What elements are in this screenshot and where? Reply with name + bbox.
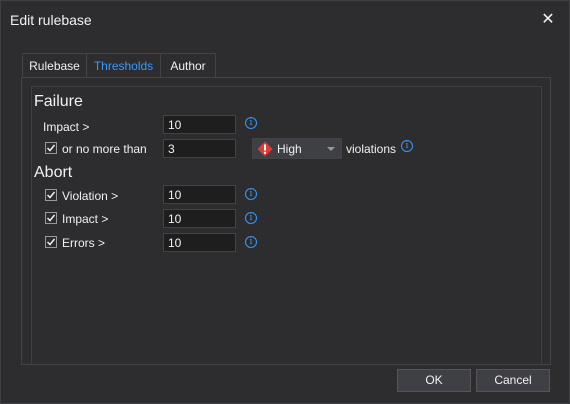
no-more-than-checkbox[interactable] — [45, 142, 57, 154]
abort-heading: Abort — [34, 164, 73, 181]
cancel-button[interactable]: Cancel — [476, 369, 550, 392]
errors-label: Errors > — [62, 236, 106, 250]
info-icon[interactable]: i — [245, 188, 257, 200]
no-more-than-label: or no more than — [62, 142, 147, 156]
tab-author[interactable]: Author — [160, 53, 216, 78]
failure-heading: Failure — [34, 93, 83, 110]
close-icon[interactable]: ✕ — [537, 9, 559, 31]
info-icon[interactable]: i — [245, 212, 257, 224]
violation-checkbox[interactable] — [45, 189, 57, 201]
tab-rulebase[interactable]: Rulebase — [22, 53, 87, 78]
ok-button[interactable]: OK — [397, 369, 471, 392]
abort-impact-checkbox[interactable] — [45, 212, 57, 224]
errors-checkbox[interactable] — [45, 236, 57, 248]
abort-impact-label: Impact > — [62, 212, 109, 226]
abort-impact-input[interactable] — [163, 209, 236, 228]
severity-select[interactable]: High — [252, 138, 342, 159]
chevron-down-icon — [327, 147, 335, 151]
window-title: Edit rulebase — [10, 12, 92, 28]
violations-label: violations — [346, 142, 397, 156]
violation-input[interactable] — [163, 185, 236, 204]
thresholds-panel: Failure Impact > i or no more than High … — [21, 77, 551, 365]
severity-label: High — [277, 142, 302, 156]
violation-label: Violation > — [62, 189, 119, 203]
title-bar: Edit rulebase ✕ — [1, 1, 569, 39]
tab-thresholds[interactable]: Thresholds — [86, 53, 161, 79]
info-icon[interactable]: i — [401, 140, 413, 152]
errors-input[interactable] — [163, 233, 236, 252]
edit-rulebase-dialog: Edit rulebase ✕ Rulebase Thresholds Auth… — [0, 0, 570, 404]
failure-impact-label: Impact > — [43, 120, 90, 134]
info-icon[interactable]: i — [245, 236, 257, 248]
info-icon[interactable]: i — [245, 117, 257, 129]
high-severity-icon — [257, 141, 273, 157]
failure-impact-input[interactable] — [163, 115, 236, 134]
no-more-than-input[interactable] — [163, 139, 236, 158]
